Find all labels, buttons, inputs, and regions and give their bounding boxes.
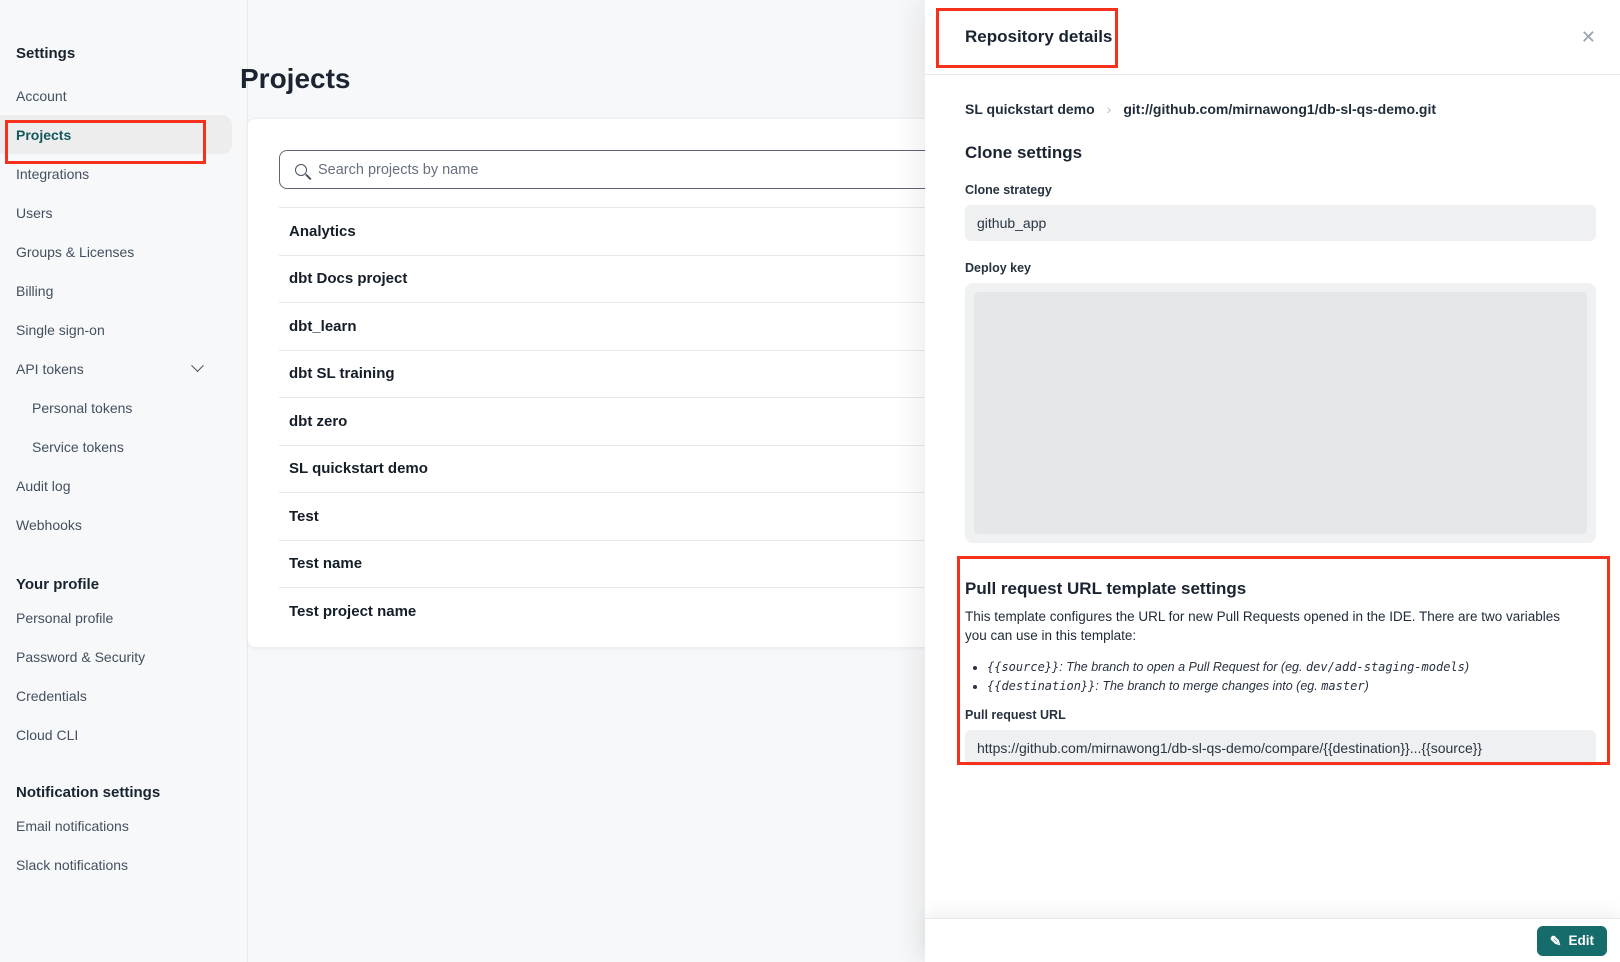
breadcrumb-project: SL quickstart demo	[965, 101, 1095, 117]
template-variable-item: {{source}}: The branch to open a Pull Re…	[987, 659, 1596, 675]
settings-sidebar: Settings Account Projects Integrations U…	[0, 0, 248, 962]
variable-suffix: )	[1465, 660, 1469, 674]
chevron-down-icon	[191, 359, 204, 372]
sidebar-item-integrations[interactable]: Integrations	[0, 154, 232, 193]
edit-button-label: Edit	[1569, 933, 1595, 948]
project-name: dbt Docs project	[289, 270, 407, 287]
sidebar-item-label: Single sign-on	[16, 322, 105, 338]
sidebar-item-account[interactable]: Account	[0, 76, 232, 115]
project-name: dbt SL training	[289, 365, 395, 382]
pull-request-url-value: https://github.com/mirnawong1/db-sl-qs-d…	[977, 740, 1482, 756]
deploy-key-redacted-content	[974, 292, 1587, 534]
sidebar-item-label: Cloud CLI	[16, 727, 78, 743]
project-name: SL quickstart demo	[289, 460, 428, 477]
panel-body: SL quickstart demo › git://github.com/mi…	[925, 101, 1620, 766]
sidebar-header-settings: Settings	[16, 45, 247, 62]
search-icon	[295, 164, 307, 176]
panel-header: Repository details ✕	[925, 0, 1620, 75]
sidebar-header-notification-settings: Notification settings	[16, 784, 247, 801]
breadcrumb: SL quickstart demo › git://github.com/mi…	[965, 101, 1596, 117]
sidebar-item-label: Integrations	[16, 166, 89, 182]
sidebar-item-label: Audit log	[16, 478, 70, 494]
page-title: Projects	[240, 63, 351, 95]
sidebar-item-label: Credentials	[16, 688, 87, 704]
panel-footer: ✎ Edit	[925, 918, 1620, 962]
sidebar-item-label: Slack notifications	[16, 857, 128, 873]
variable-text: : The branch to open a Pull Request for …	[1059, 660, 1306, 674]
sidebar-settings-list: Account Projects Integrations Users Grou…	[0, 76, 247, 544]
pull-request-template-section: Pull request URL template settings This …	[965, 579, 1596, 766]
sidebar-item-single-sign-on[interactable]: Single sign-on	[0, 310, 232, 349]
sidebar-item-label: Personal profile	[16, 610, 113, 626]
sidebar-item-users[interactable]: Users	[0, 193, 232, 232]
project-name: Test name	[289, 555, 362, 572]
sidebar-item-slack-notifications[interactable]: Slack notifications	[0, 845, 232, 884]
clone-strategy-field[interactable]: github_app	[965, 205, 1596, 241]
variable-example: dev/add-staging-models	[1306, 660, 1465, 674]
pencil-icon: ✎	[1550, 934, 1562, 948]
sidebar-item-api-tokens[interactable]: API tokens	[0, 349, 232, 388]
sidebar-item-billing[interactable]: Billing	[0, 271, 232, 310]
pull-request-settings-heading: Pull request URL template settings	[965, 579, 1596, 599]
sidebar-item-label: API tokens	[16, 361, 84, 377]
variable-example: master	[1321, 679, 1364, 693]
sidebar-item-audit-log[interactable]: Audit log	[0, 466, 232, 505]
variable-code: {{source}}	[987, 660, 1059, 674]
sidebar-item-projects[interactable]: Projects	[0, 115, 232, 154]
sidebar-item-service-tokens[interactable]: Service tokens	[0, 427, 232, 466]
sidebar-item-label: Password & Security	[16, 649, 145, 665]
sidebar-item-label: Groups & Licenses	[16, 244, 134, 260]
sidebar-notifications-list: Email notifications Slack notifications	[0, 806, 247, 884]
pull-request-url-label: Pull request URL	[965, 708, 1596, 722]
deploy-key-label: Deploy key	[965, 261, 1596, 275]
sidebar-item-webhooks[interactable]: Webhooks	[0, 505, 232, 544]
variable-text: : The branch to merge changes into (eg.	[1095, 679, 1321, 693]
sidebar-item-label: Users	[16, 205, 53, 221]
breadcrumb-repo-url: git://github.com/mirnawong1/db-sl-qs-dem…	[1123, 101, 1436, 117]
project-name: Analytics	[289, 223, 356, 240]
project-name: Test	[289, 508, 319, 525]
breadcrumb-separator-icon: ›	[1107, 101, 1112, 117]
pull-request-variables-list: {{source}}: The branch to open a Pull Re…	[965, 659, 1596, 694]
sidebar-item-label: Projects	[16, 127, 71, 143]
project-name: dbt_learn	[289, 318, 357, 335]
clone-strategy-label: Clone strategy	[965, 183, 1596, 197]
sidebar-item-password-security[interactable]: Password & Security	[0, 637, 232, 676]
project-name: Test project name	[289, 603, 416, 620]
project-name: dbt zero	[289, 413, 347, 430]
clone-strategy-value: github_app	[977, 215, 1046, 231]
pull-request-description: This template configures the URL for new…	[965, 607, 1569, 645]
edit-button[interactable]: ✎ Edit	[1537, 926, 1607, 956]
sidebar-profile-list: Personal profile Password & Security Cre…	[0, 598, 247, 754]
pull-request-url-field[interactable]: https://github.com/mirnawong1/db-sl-qs-d…	[965, 730, 1596, 766]
sidebar-header-your-profile: Your profile	[16, 576, 247, 593]
sidebar-item-personal-tokens[interactable]: Personal tokens	[0, 388, 232, 427]
sidebar-item-email-notifications[interactable]: Email notifications	[0, 806, 232, 845]
sidebar-item-label: Account	[16, 88, 67, 104]
template-variable-item: {{destination}}: The branch to merge cha…	[987, 678, 1596, 694]
sidebar-item-credentials[interactable]: Credentials	[0, 676, 232, 715]
sidebar-item-label: Billing	[16, 283, 53, 299]
sidebar-item-personal-profile[interactable]: Personal profile	[0, 598, 232, 637]
sidebar-item-label: Service tokens	[32, 439, 124, 455]
deploy-key-field[interactable]	[965, 283, 1596, 543]
variable-code: {{destination}}	[987, 679, 1095, 693]
sidebar-item-label: Webhooks	[16, 517, 82, 533]
clone-settings-heading: Clone settings	[965, 143, 1596, 163]
panel-title: Repository details	[965, 27, 1112, 47]
sidebar-item-label: Personal tokens	[32, 400, 132, 416]
sidebar-item-groups-licenses[interactable]: Groups & Licenses	[0, 232, 232, 271]
variable-suffix: )	[1365, 679, 1369, 693]
repository-details-panel: Repository details ✕ SL quickstart demo …	[925, 0, 1620, 962]
sidebar-item-cloud-cli[interactable]: Cloud CLI	[0, 715, 232, 754]
sidebar-item-label: Email notifications	[16, 818, 129, 834]
close-icon[interactable]: ✕	[1579, 26, 1598, 48]
